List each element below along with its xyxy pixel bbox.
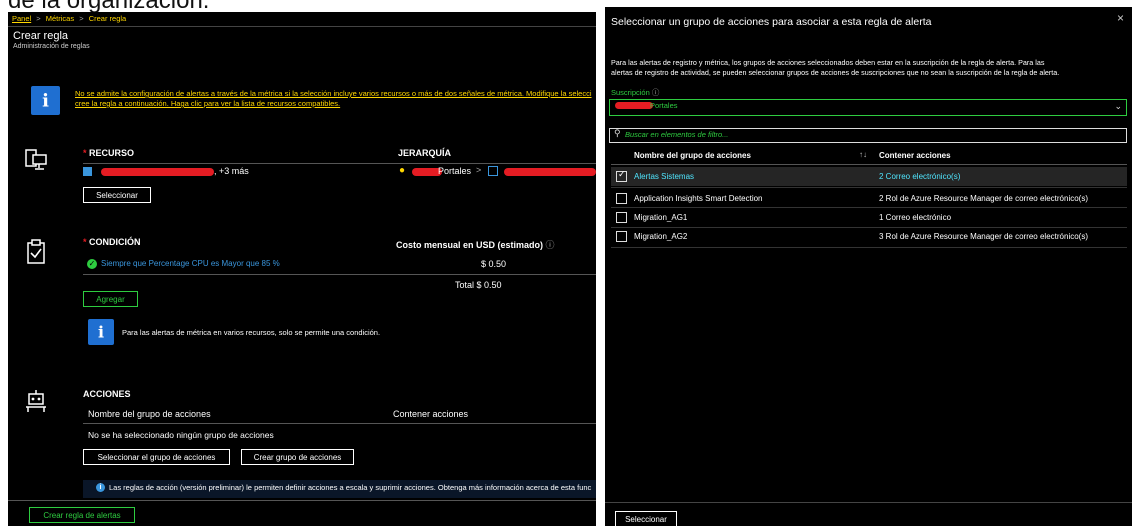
sort-icon[interactable]: ↑↓ [859,150,867,159]
row-name[interactable]: Alertas Sistemas [634,172,694,181]
clipboard-check-icon [27,239,45,264]
redacted-resource-name [101,168,214,176]
page-subtitle: Administración de reglas [13,43,90,50]
divider [611,187,1127,188]
condition-cost: $ 0.50 [481,259,507,269]
close-icon[interactable]: × [1117,11,1124,25]
row-name[interactable]: Migration_AG1 [634,213,687,222]
actions-col-name: Nombre del grupo de acciones [88,409,211,419]
breadcrumb-crear-regla[interactable]: Crear regla [89,14,127,23]
add-condition-button[interactable]: Agregar [83,291,138,307]
create-action-group-button[interactable]: Crear grupo de acciones [241,449,354,465]
computer-icon [25,149,47,170]
action-rules-note: Las reglas de acción (versión preliminar… [109,483,592,492]
divider [611,164,1127,165]
success-check-icon: ✓ [87,259,97,269]
table-col-name[interactable]: Nombre del grupo de acciones [634,151,751,160]
info-icon: i [31,86,60,115]
unsupported-config-link-line1[interactable]: No se admite la configuración de alertas… [75,89,592,98]
breadcrumb-metricas[interactable]: Métricas [46,14,74,23]
unsupported-config-link-line2[interactable]: cree la regla a continuación. Haga clic … [75,99,340,108]
condition-header: * CONDICIÓN [83,237,141,247]
row-actions: 2 Correo electrónico(s) [879,172,961,181]
row-actions: 1 Correo electrónico [879,213,952,222]
info-circle-icon: i [96,483,105,492]
search-placeholder: Buscar en elementos de filtro... [625,130,729,139]
info-icon: i [88,319,114,345]
hierarchy-item: Portales [438,166,472,176]
row-actions: 2 Rol de Azure Resource Manager de corre… [879,194,1088,203]
condition-link[interactable]: Siempre que Percentage CPU es Mayor que … [101,259,280,268]
divider [83,274,596,275]
page-title: Crear regla [13,30,69,42]
row-name[interactable]: Migration_AG2 [634,232,687,241]
subscription-dropdown[interactable]: Portales ⌄ [609,99,1127,116]
hierarchy-header: JERARQUÍA [398,148,452,158]
subscription-label: Suscripción ⓘ [611,88,660,97]
resource-group-icon [488,166,498,176]
row-actions: 3 Rol de Azure Resource Manager de corre… [879,232,1088,241]
divider [83,423,596,424]
row-checkbox-checked[interactable]: ✓ [616,169,627,182]
breadcrumb: Panel > Métricas > Crear regla [12,14,126,23]
redacted-subscription [615,102,653,109]
panel-description-line2: alertas de registro de actividad, se pue… [611,68,1060,77]
chevron-right-icon: > [476,165,482,175]
vm-icon [83,167,92,176]
subscription-value: Portales [650,101,678,110]
breadcrumb-panel[interactable]: Panel [12,14,31,23]
row-name[interactable]: Application Insights Smart Detection [634,194,763,203]
search-input[interactable]: ⚲ Buscar en elementos de filtro... [609,128,1127,143]
divider [611,207,1127,208]
select-action-group-panel: Seleccionar un grupo de acciones para as… [605,7,1132,526]
select-action-group-button[interactable]: Seleccionar el grupo de acciones [83,449,230,465]
cost-header: Costo mensual en USD (estimado) ⓘ [396,240,555,250]
divider [611,227,1127,228]
search-icon: ⚲ [614,128,621,138]
create-alert-rule-button[interactable]: Crear regla de alertas [29,507,135,523]
table-col-contains[interactable]: Contener acciones [879,151,951,160]
resource-header: * RECURSO [83,148,135,158]
create-rule-blade: Panel > Métricas > Crear regla Crear reg… [8,12,596,526]
panel-description-line1: Para las alertas de registro y métrica, … [611,58,1045,67]
panel-title: Seleccionar un grupo de acciones para as… [611,16,932,28]
breadcrumb-separator: > [36,14,41,23]
condition-info-text: Para las alertas de métrica en varios re… [122,328,381,337]
robot-icon [26,390,46,412]
no-group-selected-text: No se ha seleccionado ningún grupo de ac… [88,430,274,440]
select-resource-button[interactable]: Seleccionar [83,187,151,203]
divider [8,500,596,501]
check-icon: ✓ [618,169,626,179]
key-icon: ● [399,165,406,176]
divider [605,502,1132,503]
divider [83,163,596,164]
select-button[interactable]: Seleccionar [615,511,677,526]
redacted-resource-group [504,168,596,176]
row-checkbox[interactable] [616,231,627,242]
chevron-down-icon: ⌄ [1114,101,1122,111]
row-checkbox[interactable] [616,193,627,204]
breadcrumb-separator: > [79,14,84,23]
divider [8,26,596,27]
resource-more-count: , +3 más [214,166,249,176]
info-circle-icon: ⓘ [651,88,660,97]
row-checkbox[interactable] [616,212,627,223]
divider [611,247,1127,248]
total-cost: Total $ 0.50 [455,280,502,290]
info-circle-icon: ⓘ [545,240,555,250]
actions-header: ACCIONES [83,389,131,399]
actions-col-contains: Contener acciones [393,409,469,419]
